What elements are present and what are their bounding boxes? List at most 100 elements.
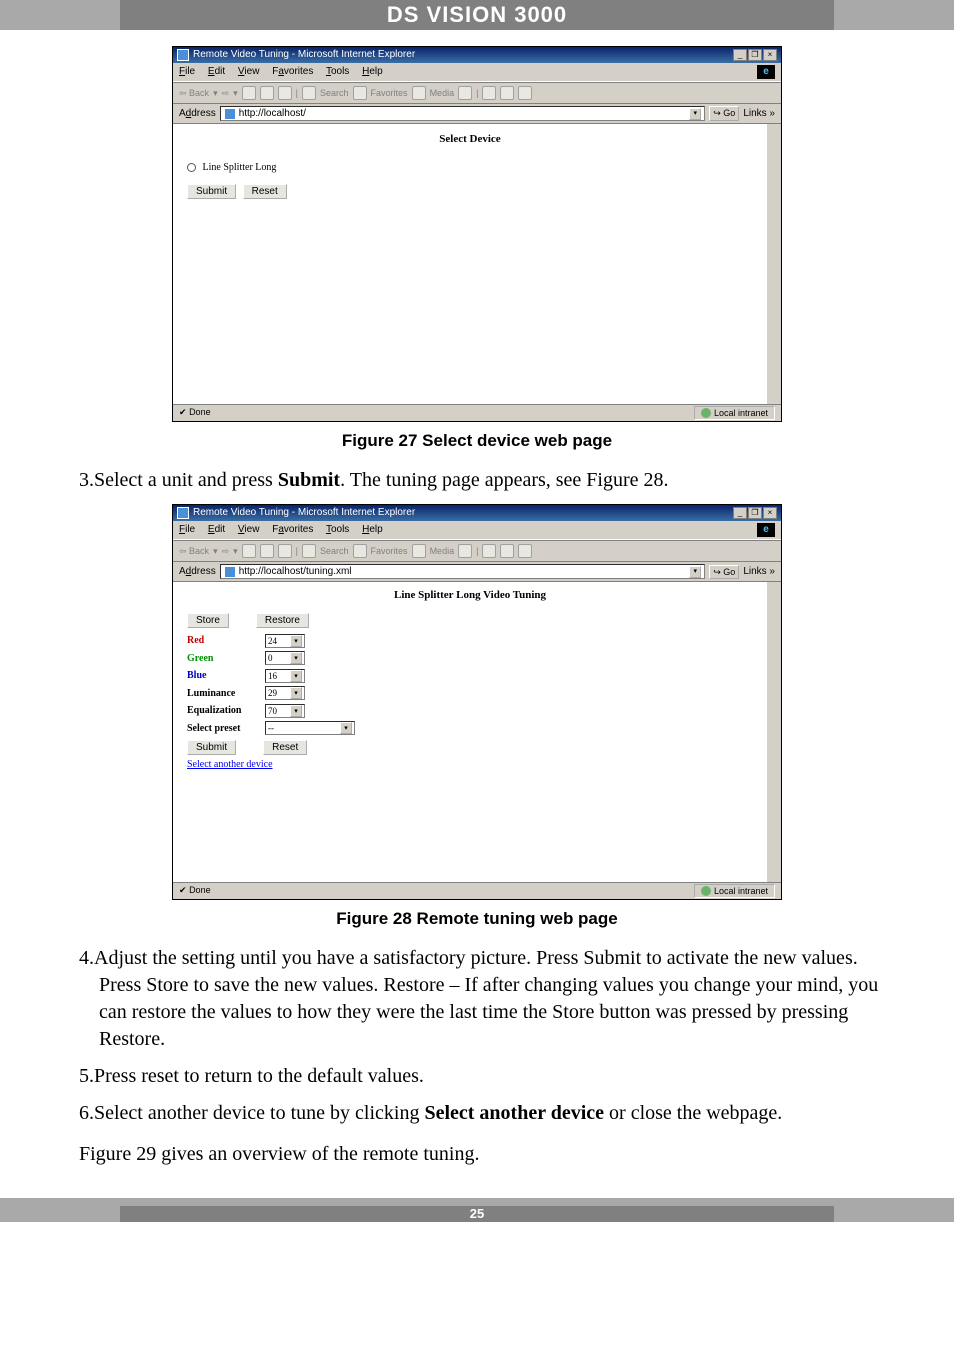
menu-file[interactable]: File <box>179 524 195 535</box>
favorites-icon[interactable] <box>353 544 367 558</box>
ie-icon <box>177 49 189 61</box>
go-button[interactable]: ↪ Go <box>709 565 739 579</box>
print-icon[interactable] <box>500 86 514 100</box>
toolbar-media[interactable]: Media <box>430 87 455 99</box>
edit-icon[interactable] <box>518 544 532 558</box>
print-icon[interactable] <box>500 544 514 558</box>
stop-icon[interactable] <box>242 86 256 100</box>
toolbar-search[interactable]: Search <box>320 87 349 99</box>
step-3-bold: Submit <box>278 469 340 491</box>
close-button[interactable]: × <box>763 49 777 61</box>
header-title: DS VISION 3000 <box>120 0 834 30</box>
address-input[interactable]: http://localhost/ ▾ <box>220 106 706 121</box>
menu-favorites[interactable]: Favorites <box>272 524 313 535</box>
address-input-28[interactable]: http://localhost/tuning.xml ▾ <box>220 564 706 579</box>
menu-help[interactable]: Help <box>362 66 383 77</box>
search-icon[interactable] <box>302 86 316 100</box>
step-6-bold: Select another device <box>424 1102 604 1124</box>
refresh-icon[interactable] <box>260 544 274 558</box>
toolbar-favorites[interactable]: Favorites <box>371 545 408 557</box>
page-icon <box>224 108 236 120</box>
step-6-num: 6. <box>79 1102 94 1124</box>
select-another-link[interactable]: Select another device <box>187 758 273 772</box>
home-icon[interactable] <box>278 86 292 100</box>
chevron-down-icon[interactable]: ▾ <box>340 722 352 734</box>
history-icon[interactable] <box>458 86 472 100</box>
dropdown-red[interactable]: 24▾ <box>265 634 305 648</box>
restore-button[interactable]: Restore <box>256 613 309 628</box>
ie-window-28: Remote Video Tuning - Microsoft Internet… <box>172 504 782 900</box>
device-radio[interactable]: Line Splitter Long <box>187 161 753 175</box>
menu-help[interactable]: Help <box>362 524 383 535</box>
stop-icon[interactable] <box>242 544 256 558</box>
toolbar-search[interactable]: Search <box>320 545 349 557</box>
dropdown-blue[interactable]: 16▾ <box>265 669 305 683</box>
dropdown-green[interactable]: 0▾ <box>265 651 305 665</box>
chevron-down-icon[interactable]: ▾ <box>290 652 302 664</box>
forward-button[interactable]: ⇨ <box>222 87 230 99</box>
go-button[interactable]: ↪ Go <box>709 106 739 120</box>
address-dropdown-icon[interactable]: ▾ <box>689 566 701 578</box>
chevron-down-icon[interactable]: ▾ <box>290 635 302 647</box>
refresh-icon[interactable] <box>260 86 274 100</box>
close-button[interactable]: × <box>763 507 777 519</box>
maximize-button[interactable]: ❐ <box>748 507 762 519</box>
favorites-icon[interactable] <box>353 86 367 100</box>
page-body-28: Line Splitter Long Video Tuning Store Re… <box>173 582 781 882</box>
step-5-num: 5. <box>79 1065 94 1087</box>
step-5: 5.Press reset to return to the default v… <box>55 1063 899 1090</box>
edit-icon[interactable] <box>518 86 532 100</box>
titlebar-28: Remote Video Tuning - Microsoft Internet… <box>173 505 781 521</box>
dropdown-luminance[interactable]: 29▾ <box>265 686 305 700</box>
menu-view[interactable]: View <box>238 66 260 77</box>
menu-tools[interactable]: Tools <box>326 524 349 535</box>
dropdown-preset[interactable]: --▾ <box>265 721 355 735</box>
radio-icon[interactable] <box>187 163 196 172</box>
chevron-down-icon[interactable]: ▾ <box>290 705 302 717</box>
minimize-button[interactable]: _ <box>733 507 747 519</box>
links-label[interactable]: Links » <box>743 565 775 579</box>
chevron-down-icon[interactable]: ▾ <box>290 670 302 682</box>
home-icon[interactable] <box>278 544 292 558</box>
forward-button[interactable]: ⇨ <box>222 545 230 557</box>
back-button[interactable]: ⇦ Back <box>179 545 209 557</box>
address-value-28: http://localhost/tuning.xml <box>239 565 352 579</box>
label-luminance: Luminance <box>187 687 257 701</box>
links-label[interactable]: Links » <box>743 107 775 121</box>
reset-button-28[interactable]: Reset <box>263 740 307 755</box>
step-5-text: Press reset to return to the default val… <box>94 1065 424 1087</box>
ie-logo-icon: e <box>757 65 775 79</box>
store-button[interactable]: Store <box>187 613 229 628</box>
media-icon[interactable] <box>412 544 426 558</box>
back-button[interactable]: ⇦ Back <box>179 87 209 99</box>
minimize-button[interactable]: _ <box>733 49 747 61</box>
ie-icon <box>177 507 189 519</box>
submit-button[interactable]: Submit <box>187 184 236 199</box>
menu-view[interactable]: View <box>238 524 260 535</box>
menu-tools[interactable]: Tools <box>326 66 349 77</box>
step-4: 4.Adjust the setting until you have a sa… <box>55 945 899 1053</box>
maximize-button[interactable]: ❐ <box>748 49 762 61</box>
history-icon[interactable] <box>458 544 472 558</box>
menubar: File Edit View Favorites Tools Help e <box>173 63 781 82</box>
menu-edit[interactable]: Edit <box>208 524 225 535</box>
search-icon[interactable] <box>302 544 316 558</box>
reset-button[interactable]: Reset <box>243 184 287 199</box>
menu-edit[interactable]: Edit <box>208 66 225 77</box>
status-right-28: Local intranet <box>714 885 768 897</box>
submit-button-28[interactable]: Submit <box>187 740 236 755</box>
mail-icon[interactable] <box>482 544 496 558</box>
mail-icon[interactable] <box>482 86 496 100</box>
menu-favorites[interactable]: Favorites <box>272 66 313 77</box>
status-bar: ✔ Done Local intranet <box>173 404 781 421</box>
menu-file[interactable]: File <box>179 66 195 77</box>
address-value: http://localhost/ <box>239 107 306 121</box>
toolbar-favorites[interactable]: Favorites <box>371 87 408 99</box>
chevron-down-icon[interactable]: ▾ <box>290 687 302 699</box>
page-body: Select Device Line Splitter Long Submit … <box>173 124 781 404</box>
toolbar-media[interactable]: Media <box>430 545 455 557</box>
dropdown-equalization[interactable]: 70▾ <box>265 704 305 718</box>
address-label: Address <box>179 565 216 579</box>
media-icon[interactable] <box>412 86 426 100</box>
address-dropdown-icon[interactable]: ▾ <box>689 108 701 120</box>
